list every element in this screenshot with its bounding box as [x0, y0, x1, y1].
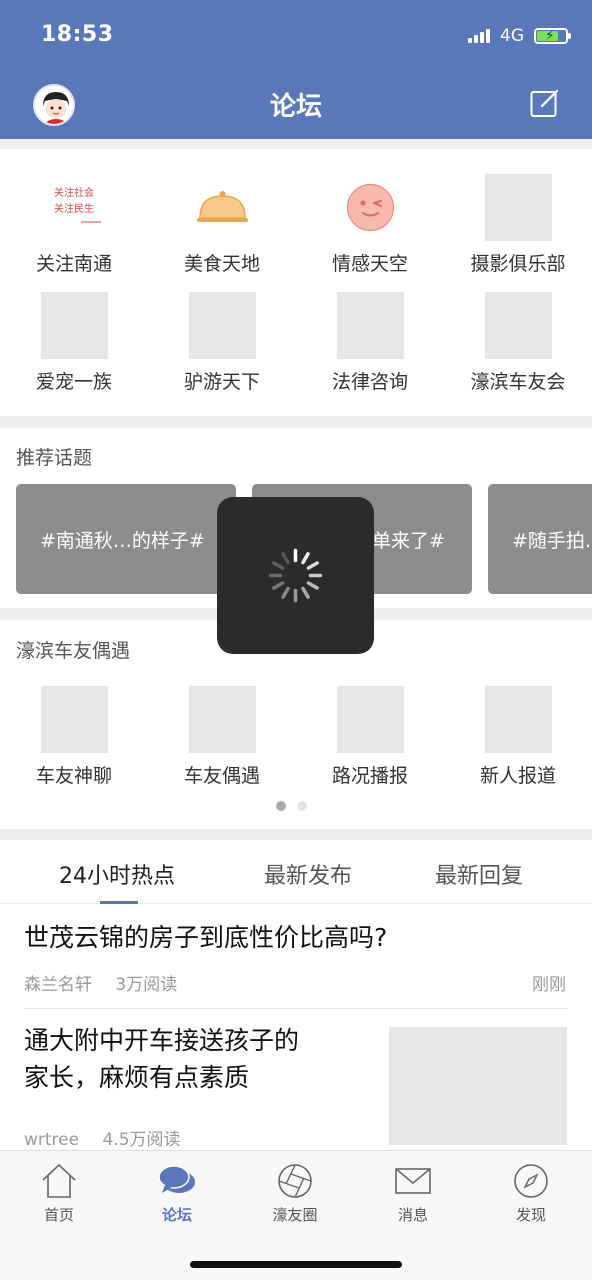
post-title-line-2[interactable]: 家长，麻烦有点素质: [24, 1057, 249, 1098]
category-label: 法律咨询: [331, 371, 408, 393]
category-meishi-tiandi[interactable]: 美食天地: [148, 174, 296, 276]
post-thumbnail[interactable]: [389, 1027, 567, 1145]
svg-text:关注民生: 关注民生: [54, 202, 94, 215]
home-indicator[interactable]: [190, 1261, 402, 1268]
category-label: 濠滨车友会: [470, 371, 566, 393]
car-club-item[interactable]: 路况播报: [296, 686, 444, 788]
tabbar-label: 濠友圈: [272, 1206, 318, 1224]
car-club-label: 路况播报: [331, 765, 408, 787]
tabbar-label: 消息: [397, 1206, 428, 1224]
loading-spinner-icon: [268, 548, 323, 603]
chat-bubble-icon: [118, 1161, 236, 1201]
tabbar-messages[interactable]: 消息: [354, 1161, 472, 1225]
compose-icon[interactable]: [530, 88, 560, 118]
placeholder-image: [336, 686, 404, 753]
topic-card[interactable]: #南通秋…的样子#: [16, 484, 236, 594]
loading-overlay: [217, 497, 374, 654]
section-title: 濠滨车友偶遇: [16, 640, 131, 662]
food-cloche-icon: [189, 174, 256, 241]
app-header: 18:53 4G ⚡ 论坛: [0, 0, 592, 139]
placeholder-image: [188, 292, 256, 359]
car-club-item[interactable]: 新人报道: [444, 686, 592, 788]
category-label: 摄影俱乐部: [470, 253, 566, 275]
post-title[interactable]: 世茂云锦的房子到底性价比高吗?: [24, 917, 387, 958]
placeholder-image: [188, 686, 256, 753]
battery-icon: ⚡: [534, 28, 571, 44]
category-label: 爱宠一族: [35, 371, 112, 393]
placeholder-image: [484, 174, 552, 241]
forum-category-panel: 关注社会 关注民生 关注南通 美食天地 情感天空 摄影俱乐部 爱宠一族 驴游天下…: [0, 149, 592, 416]
category-aichong-yizu[interactable]: 爱宠一族: [0, 292, 148, 394]
compass-icon: [472, 1161, 590, 1201]
category-label: 驴游天下: [183, 371, 260, 393]
category-lvyou-tianxia[interactable]: 驴游天下: [148, 292, 296, 394]
calligraphy-logo-icon: 关注社会 关注民生: [41, 174, 108, 241]
tabbar-circle[interactable]: 濠友圈: [236, 1161, 354, 1225]
tab-underline: [100, 901, 138, 904]
post-meta: 森兰名轩 3万阅读: [24, 970, 195, 995]
placeholder-image: [484, 686, 552, 753]
tabbar-label: 论坛: [161, 1206, 192, 1224]
status-time: 18:53: [41, 22, 114, 47]
topic-label: #随手拍…: [512, 529, 592, 552]
topic-card[interactable]: #随手拍…: [488, 484, 592, 594]
placeholder-image: [336, 292, 404, 359]
category-falv-zixun[interactable]: 法律咨询: [296, 292, 444, 394]
placeholder-image: [484, 292, 552, 359]
car-club-item[interactable]: 车友偶遇: [148, 686, 296, 788]
tab-latest-replies[interactable]: 最新回复: [435, 858, 523, 890]
divider: [24, 1008, 568, 1009]
car-club-item[interactable]: 车友神聊: [0, 686, 148, 788]
tabbar-label: 发现: [515, 1206, 546, 1224]
status-indicators: 4G ⚡: [468, 26, 571, 46]
signal-icon: [468, 29, 490, 43]
feed-tabs: 24小时热点 最新发布 最新回复: [0, 840, 592, 904]
page-indicator: [276, 801, 307, 811]
tab-latest-posts[interactable]: 最新发布: [264, 858, 352, 890]
category-sheying-julebu[interactable]: 摄影俱乐部: [444, 174, 592, 276]
post-author: wrtree: [24, 1130, 80, 1150]
home-icon: [0, 1161, 118, 1201]
section-title: 推荐话题: [16, 447, 93, 469]
aperture-icon: [236, 1161, 354, 1201]
car-club-label: 新人报道: [479, 765, 556, 787]
svg-text:关注社会: 关注社会: [54, 186, 94, 199]
post-author: 森兰名轩: [24, 975, 92, 995]
feed-panel: 24小时热点 最新发布 最新回复 世茂云锦的房子到底性价比高吗? 森兰名轩 3万…: [0, 840, 592, 1150]
mail-icon: [354, 1161, 472, 1201]
post-title-line-1[interactable]: 通大附中开车接送孩子的: [24, 1020, 299, 1061]
category-label: 情感天空: [331, 253, 408, 275]
tabbar-home[interactable]: 首页: [0, 1161, 118, 1225]
car-club-label: 车友神聊: [35, 765, 112, 787]
topic-label: #南通秋…的样子#: [40, 529, 205, 552]
wink-face-icon: [337, 174, 404, 241]
page-title: 论坛: [269, 92, 322, 122]
category-label: 美食天地: [183, 253, 260, 275]
post-meta: wrtree 4.5万阅读: [24, 1125, 199, 1150]
topic-label: 单来了#: [372, 529, 445, 552]
placeholder-image: [40, 292, 108, 359]
post-reads: 4.5万阅读: [102, 1130, 181, 1150]
tabbar-forum[interactable]: 论坛: [118, 1161, 236, 1225]
tab-24h-hot[interactable]: 24小时热点: [59, 858, 175, 890]
post-reads: 3万阅读: [115, 975, 178, 995]
post-time: 刚刚: [532, 975, 566, 995]
category-label: 关注南通: [35, 253, 112, 275]
category-qinggan-tiankong[interactable]: 情感天空: [296, 174, 444, 276]
category-haobin-cheyouhui[interactable]: 濠滨车友会: [444, 292, 592, 394]
placeholder-image: [40, 686, 108, 753]
tabbar-label: 首页: [43, 1206, 74, 1224]
network-type: 4G: [500, 26, 524, 46]
category-guanzhu-nantong[interactable]: 关注社会 关注民生 关注南通: [0, 174, 148, 276]
tabbar-discover[interactable]: 发现: [472, 1161, 590, 1225]
car-club-label: 车友偶遇: [183, 765, 260, 787]
